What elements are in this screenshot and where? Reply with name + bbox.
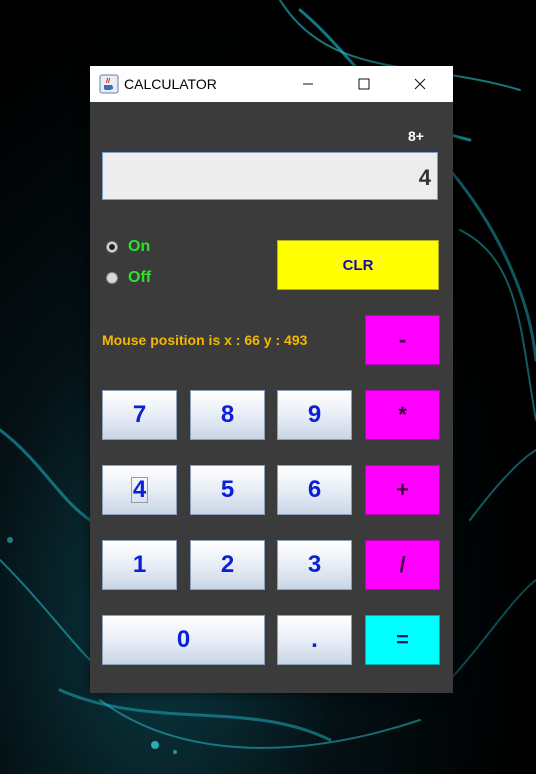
digit-1-button[interactable]: 1 [102,540,177,590]
close-button[interactable] [392,66,448,102]
on-radio-label: On [128,238,151,255]
digit-0-button[interactable]: 0 [102,615,265,665]
on-radio[interactable]: On [106,238,150,256]
plus-button[interactable]: + [365,465,440,515]
expression-label: 8+ [408,128,424,144]
multiply-button[interactable]: * [365,390,440,440]
maximize-button[interactable] [336,66,392,102]
digit-2-button[interactable]: 2 [190,540,265,590]
digit-4-label: 4 [130,476,149,503]
digit-5-button[interactable]: 5 [190,465,265,515]
off-radio-label: Off [128,269,152,286]
title-bar[interactable]: CALCULATOR [90,66,453,102]
mouse-position-label: Mouse position is x : 66 y : 493 [102,332,308,348]
maximize-icon [358,78,370,90]
radio-selected-icon[interactable] [106,241,118,253]
digit-8-button[interactable]: 8 [190,390,265,440]
radio-unselected-icon[interactable] [106,272,118,284]
calculator-window: CALCULATOR 8+ 4 On Off CLR Mouse positio… [90,66,453,693]
digit-6-button[interactable]: 6 [277,465,352,515]
digit-3-button[interactable]: 3 [277,540,352,590]
minimize-icon [303,83,313,85]
close-icon [414,78,426,90]
decimal-point-button[interactable]: . [277,615,352,665]
divide-button[interactable]: / [365,540,440,590]
window-title: CALCULATOR [124,76,217,92]
java-cup-icon [99,74,119,94]
digit-9-button[interactable]: 9 [277,390,352,440]
result-display[interactable]: 4 [102,152,438,200]
digit-7-button[interactable]: 7 [102,390,177,440]
minus-button[interactable]: - [365,315,440,365]
digit-4-button[interactable]: 4 [102,465,177,515]
equals-button[interactable]: = [365,615,440,665]
clear-button[interactable]: CLR [277,240,439,290]
off-radio[interactable]: Off [106,269,151,287]
minimize-button[interactable] [280,66,336,102]
